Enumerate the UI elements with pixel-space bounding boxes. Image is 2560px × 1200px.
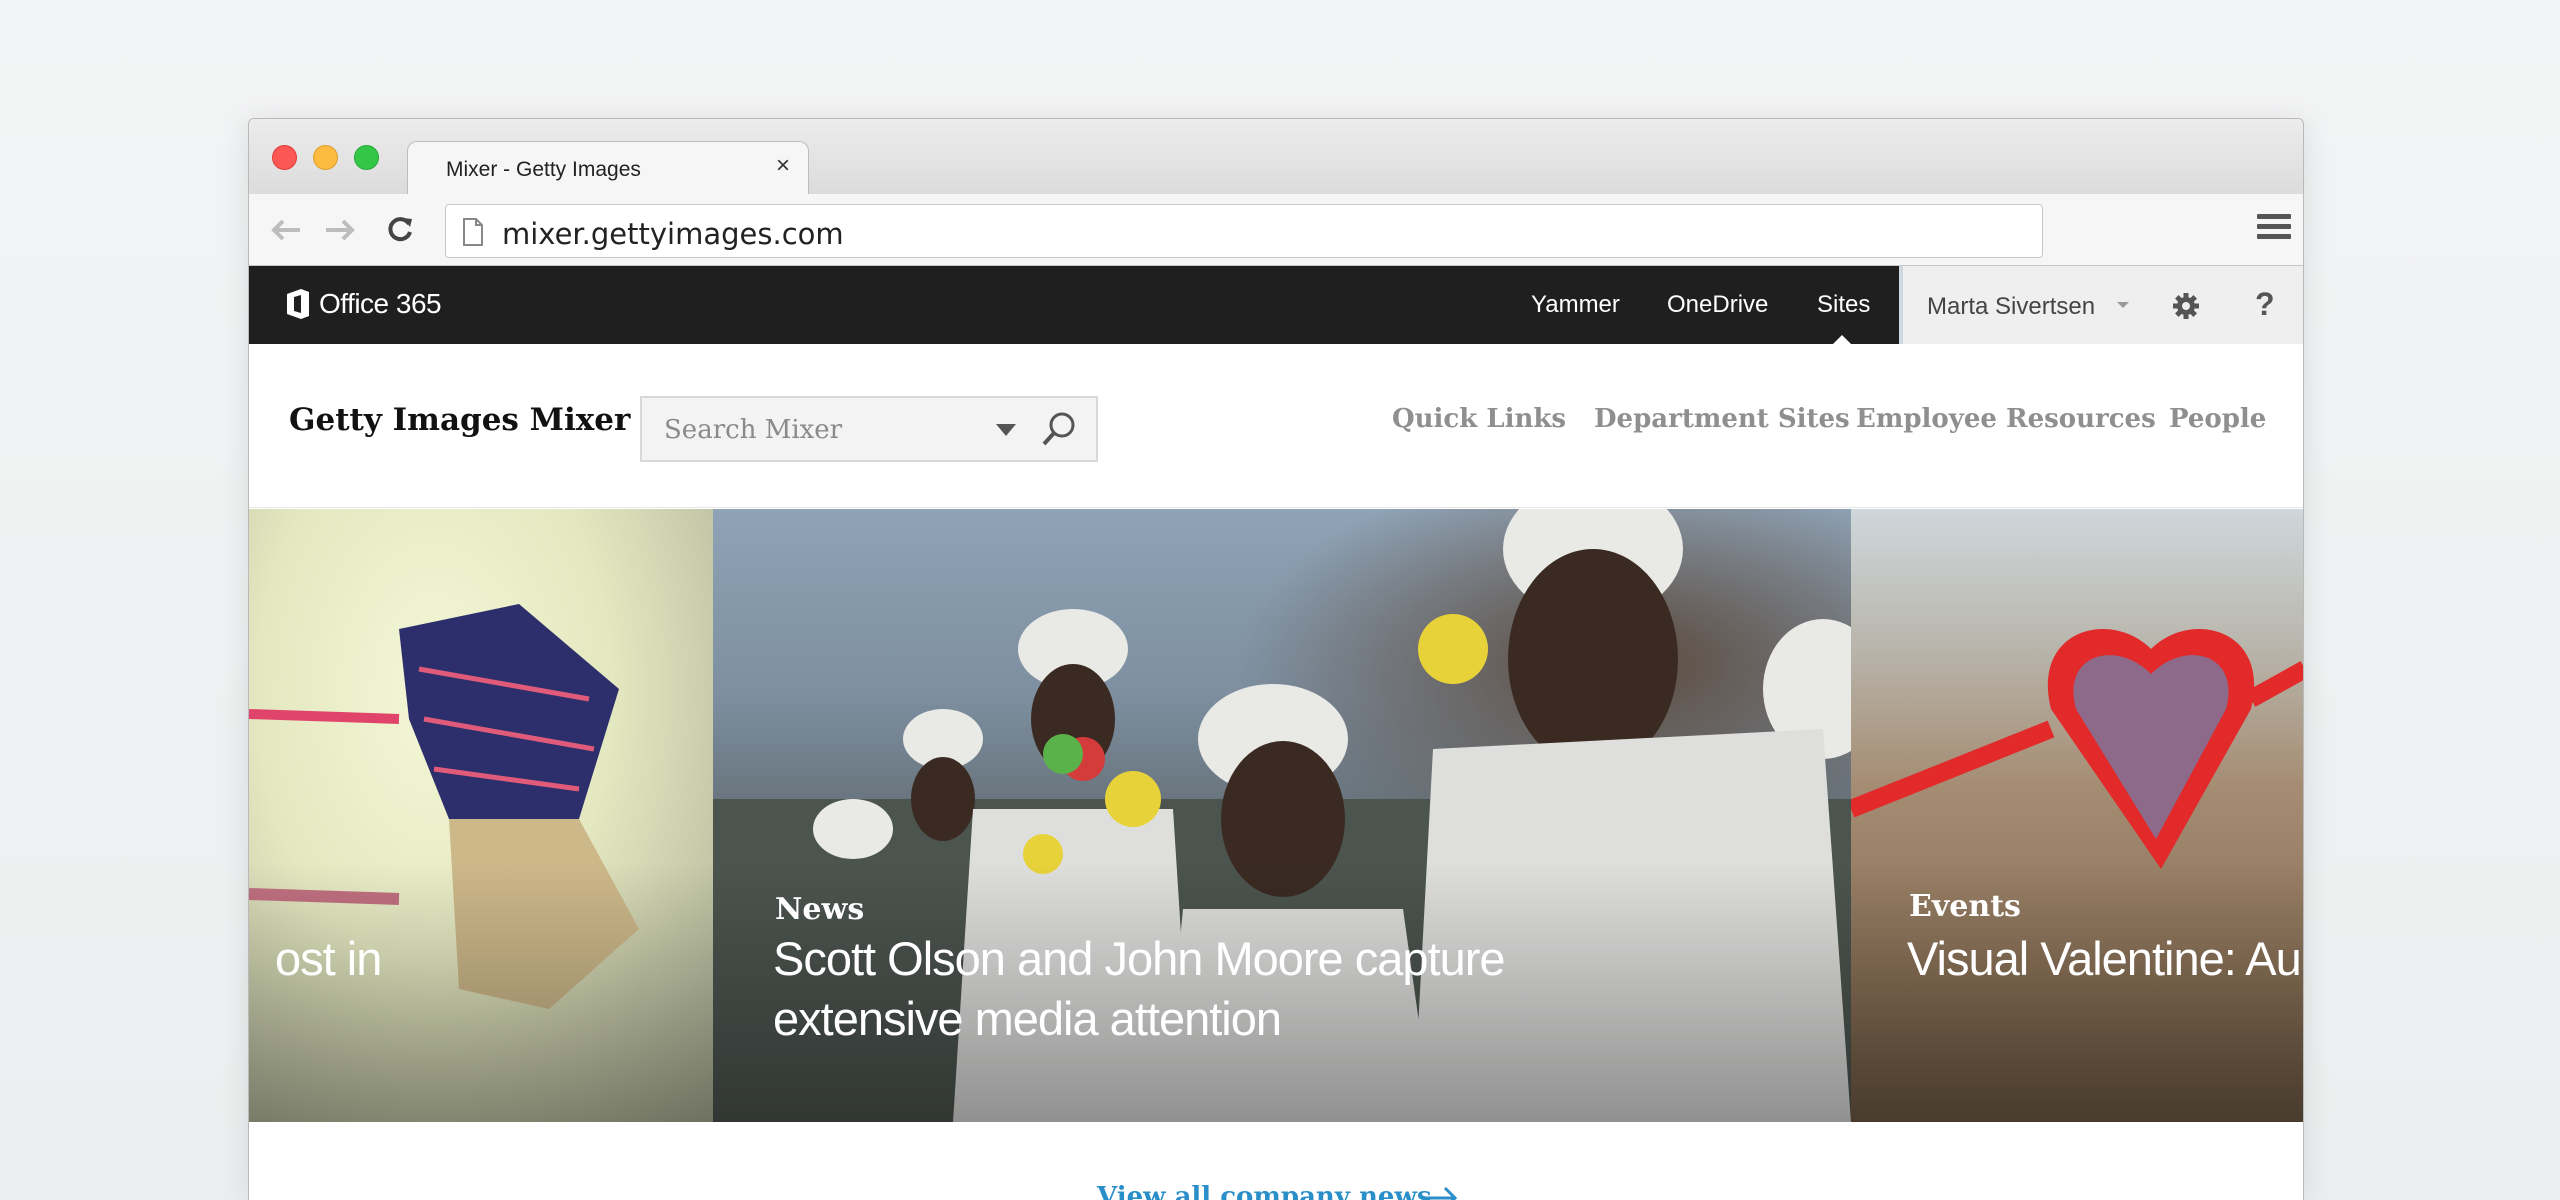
slide-overlay [249,862,713,1122]
forward-arrow-icon [326,219,355,241]
office365-logo-text: Office 365 [319,288,442,319]
back-button[interactable] [267,211,305,249]
nav-people[interactable]: People [2169,404,2266,434]
nav-quick-links[interactable]: Quick Links [1392,404,1566,434]
slide-title-line2[interactable]: extensive media attention [773,989,1282,1049]
help-icon[interactable]: ? [2255,286,2275,323]
close-window-button[interactable] [272,145,297,170]
nav-yammer[interactable]: Yammer [1531,291,1620,319]
browser-menu-button[interactable] [2257,214,2291,246]
browser-window: Mixer - Getty Images × mixer.gettyimages… [248,118,2304,1200]
search-box[interactable]: Search Mixer [640,396,1098,462]
reload-icon [388,217,412,242]
browser-toolbar: mixer.gettyimages.com [249,194,2303,266]
arrow-right-icon[interactable] [1419,1185,1459,1200]
url-text: mixer.gettyimages.com [502,217,844,251]
tab-close-icon[interactable]: × [776,154,790,178]
slide-title: ost in [275,932,382,985]
news-carousel: ost in News Scott Olson and John Moore c… [249,509,2303,1122]
user-dropdown-icon [2117,302,2129,308]
nav-onedrive[interactable]: OneDrive [1667,291,1768,319]
view-all-news-link[interactable]: View all company news [1097,1182,1431,1200]
reload-button[interactable] [381,211,419,249]
minimize-window-button[interactable] [313,145,338,170]
nav-employee-resources[interactable]: Employee Resources [1856,404,2156,434]
office365-bar: Office 365 Yammer OneDrive Sites Marta S… [249,266,2303,344]
slide-title-line1[interactable]: Scott Olson and John Moore capture [773,929,1505,989]
search-input[interactable]: Search Mixer [664,415,842,445]
carousel-slide-next[interactable]: Events Visual Valentine: Au [1851,509,2303,1122]
nav-department-sites[interactable]: Department Sites [1594,404,1850,434]
carousel-slide-current[interactable]: News Scott Olson and John Moore capture … [713,509,1851,1122]
address-bar[interactable]: mixer.gettyimages.com [445,204,2043,258]
maximize-window-button[interactable] [354,145,379,170]
slide-category: Events [1909,889,2021,924]
search-scope-dropdown-icon[interactable] [996,424,1016,436]
carousel-slide-previous[interactable]: ost in [249,509,713,1122]
forward-button[interactable] [321,211,359,249]
slide-category: News [775,892,865,927]
slide-title[interactable]: Visual Valentine: Au [1907,929,2302,989]
tab-title: Mixer - Getty Images [446,158,641,181]
active-nav-indicator [1833,335,1851,344]
gear-icon[interactable] [2171,291,2201,321]
office365-logo[interactable]: Office 365 [285,288,442,320]
tab-bar: Mixer - Getty Images × [249,119,2303,195]
page-icon [463,218,483,246]
search-icon[interactable] [1040,410,1078,448]
office-logo-icon [287,289,309,319]
user-name: Marta Sivertsen [1927,293,2096,320]
user-menu[interactable]: Marta Sivertsen ? [1899,266,2303,344]
nav-sites[interactable]: Sites [1817,291,1870,319]
site-title[interactable]: Getty Images Mixer [289,402,630,438]
browser-tab[interactable]: Mixer - Getty Images × [407,141,809,195]
site-header: Getty Images Mixer Search Mixer Quick Li… [249,344,2303,508]
back-arrow-icon [271,219,300,241]
